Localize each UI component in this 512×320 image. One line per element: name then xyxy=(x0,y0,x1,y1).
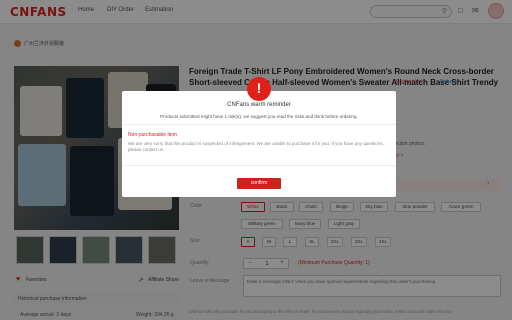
modal-subtitle: Products submitted might have 1 risk(s),… xyxy=(122,114,396,119)
modal-subtitle-post: risk(s), we suggest you read the risks a… xyxy=(227,114,358,119)
modal-title: CNFans warm reminder xyxy=(227,102,291,108)
divider xyxy=(122,124,396,125)
divider xyxy=(122,165,396,166)
modal-subtitle-pre: Products submitted might have xyxy=(160,114,225,119)
confirm-button[interactable]: confirm xyxy=(237,178,281,189)
warm-reminder-modal: CNFans warm reminder Products submitted … xyxy=(122,91,396,197)
warning-icon: ! xyxy=(247,77,271,101)
non-purchasable-text: We are very sorry that this product is s… xyxy=(128,141,384,152)
non-purchasable-heading: Non-purchasable item xyxy=(128,132,177,138)
